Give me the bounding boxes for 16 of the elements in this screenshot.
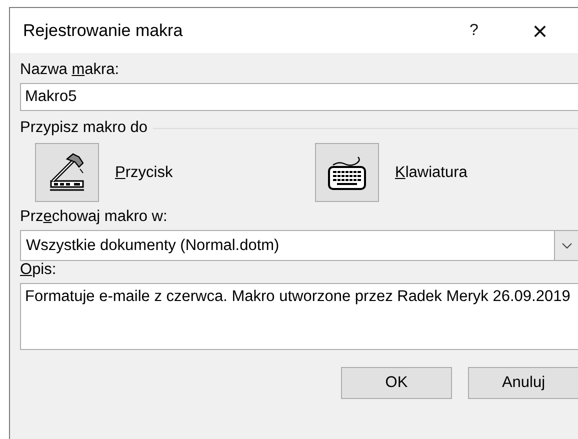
ok-button[interactable]: OK xyxy=(341,367,452,399)
group-title: Przypisz makro do xyxy=(20,119,148,137)
macro-button[interactable] xyxy=(35,143,99,202)
window-title: Rejestrowanie makra xyxy=(23,20,184,40)
description-field[interactable]: Formatuje e-maile z czerwca. Makro utworzone przez Radek Meryk 26.09.2019 xyxy=(20,283,578,350)
help-button[interactable]: ? xyxy=(454,16,494,46)
field-label: Opis: xyxy=(20,261,56,279)
option-label: Przycisk xyxy=(115,164,173,182)
close-button[interactable]: × xyxy=(520,16,560,46)
keyboard-button[interactable] xyxy=(315,143,379,202)
cancel-button[interactable]: Anuluj xyxy=(468,367,578,399)
option-label: Klawiatura xyxy=(395,164,468,182)
field-label: Przechowaj makro w: xyxy=(20,208,168,226)
macro-name-field[interactable]: Makro5 xyxy=(20,83,578,111)
field-label: Nazwa makra: xyxy=(20,61,120,79)
store-dropdown[interactable]: Wszystkie dokumenty (Normal.dotm) xyxy=(20,230,578,261)
